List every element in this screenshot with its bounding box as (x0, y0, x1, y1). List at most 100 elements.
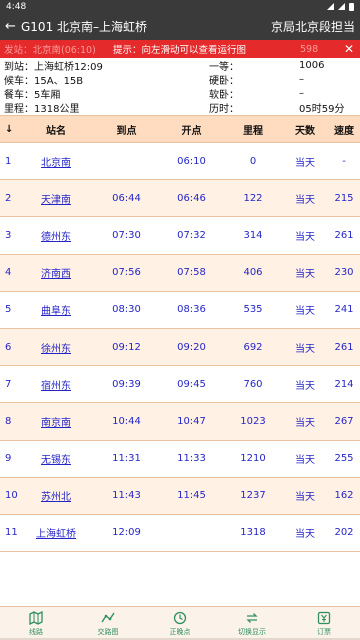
station-cell[interactable]: 北京南 (18, 154, 94, 169)
nav-route[interactable]: 线路 (0, 607, 72, 640)
speed: 162 (334, 490, 354, 502)
row-index: 2 (5, 192, 12, 204)
station-cell[interactable]: 济南西 (18, 265, 94, 280)
table-row[interactable]: 3 德州东 07:30 07:32 314 当天 261 (0, 217, 360, 255)
table-row[interactable]: 10 苏州北 11:43 11:45 1237 当天 162 (0, 477, 360, 515)
header-distance: 里程 (243, 125, 263, 137)
row-index: 6 (5, 341, 12, 353)
nav-ticket-label: 订票 (317, 627, 331, 636)
nav-switch-display[interactable]: 切换显示 (216, 607, 288, 640)
status-icons (327, 2, 354, 11)
status-bar: 4:48 (0, 0, 360, 13)
station-cell[interactable]: 天津南 (18, 191, 94, 206)
station-link[interactable]: 宿州东 (41, 381, 71, 392)
row-index: 8 (5, 415, 12, 427)
speed: 230 (334, 267, 354, 279)
row-index: 7 (5, 378, 12, 390)
table-row[interactable]: 1 北京南 06:10 0 当天 - (0, 143, 360, 181)
arrive-time: 11:43 (112, 490, 141, 502)
nav-ticket[interactable]: 订票 (288, 607, 360, 640)
bureau-label: 京局北京段担当 (270, 20, 355, 34)
depart-time: 10:47 (177, 415, 206, 427)
station-link[interactable]: 南京南 (41, 418, 71, 429)
station-cell[interactable]: 宿州东 (18, 377, 94, 392)
info-waiting-room: 候车：15A、15B (4, 75, 84, 87)
info-row: 里程：1318公里 历时： 05时59分 (4, 100, 356, 115)
train-title: G101 北京南–上海虹桥 (21, 20, 148, 34)
speed: 241 (334, 304, 354, 316)
station-cell[interactable]: 无锡东 (18, 451, 94, 466)
station-link[interactable]: 徐州东 (41, 344, 71, 355)
header-arrive: 到点 (116, 125, 137, 137)
station-link[interactable]: 北京南 (41, 158, 71, 169)
speed: 255 (334, 453, 354, 465)
table-row[interactable]: 8 南京南 10:44 10:47 1023 当天 267 (0, 403, 360, 441)
station-link[interactable]: 曲阜东 (41, 306, 71, 317)
station-cell[interactable]: 徐州东 (18, 340, 94, 355)
day-offset: 当天 (295, 380, 315, 392)
depart-time: 06:46 (177, 192, 206, 204)
arrive-time: 11:31 (112, 453, 141, 465)
depart-time: 11:45 (177, 490, 206, 502)
day-offset: 当天 (295, 306, 315, 318)
station-cell[interactable]: 德州东 (18, 228, 94, 243)
timetable-header: ↓ 站名 到点 开点 里程 天数 速度 (0, 115, 360, 143)
station-cell[interactable]: 南京南 (18, 414, 94, 429)
info-row: 候车：15A、15B 硬卧： – (4, 72, 356, 87)
station-link[interactable]: 无锡东 (41, 455, 71, 466)
header-depart: 开点 (181, 125, 202, 137)
table-row[interactable]: 7 宿州东 09:39 09:45 760 当天 214 (0, 366, 360, 404)
route-chart-icon (101, 612, 115, 622)
ticket-icon (317, 611, 331, 624)
table-row[interactable]: 5 曲阜东 08:30 08:36 535 当天 241 (0, 291, 360, 329)
back-arrow-icon[interactable]: ← (5, 19, 19, 34)
table-row[interactable]: 2 天津南 06:44 06:46 122 当天 215 (0, 180, 360, 218)
info-row: 到站：上海虹桥12:09 一等： 1006 (4, 58, 356, 73)
day-offset: 当天 (295, 343, 315, 355)
depart-time: 08:36 (177, 304, 206, 316)
table-row[interactable]: 6 徐州东 09:12 09:20 692 当天 261 (0, 328, 360, 367)
station-link[interactable]: 天津南 (41, 195, 71, 206)
nav-delay[interactable]: 正晚点 (144, 607, 216, 640)
arrive-time: 10:44 (112, 415, 141, 427)
station-link[interactable]: 德州东 (41, 232, 71, 243)
info-label: 硬卧： (209, 75, 239, 87)
station-cell[interactable]: 曲阜东 (18, 302, 94, 317)
table-row[interactable]: 11 上海虹桥 12:09 1318 当天 202 (0, 514, 360, 553)
day-offset: 当天 (295, 455, 315, 467)
distance: 760 (243, 378, 263, 390)
map-icon (29, 610, 43, 625)
app-bar: ← G101 北京南–上海虹桥 京局北京段担当 (0, 13, 360, 40)
station-cell[interactable]: 苏州北 (18, 488, 94, 503)
row-index: 11 (5, 527, 18, 539)
nav-route-chart[interactable]: 交路图 (72, 607, 144, 640)
close-icon[interactable]: ✕ (344, 42, 354, 56)
day-offset: 当天 (295, 194, 315, 206)
distance: 692 (243, 341, 263, 353)
distance: 406 (243, 267, 263, 279)
row-index: 4 (5, 267, 12, 279)
speed: - (342, 155, 346, 167)
distance: 1318 (240, 527, 266, 539)
info-value: 1006 (299, 59, 325, 71)
status-time: 4:48 (6, 1, 27, 12)
nav-switch-display-label: 切换显示 (238, 627, 266, 636)
table-row[interactable]: 9 无锡东 11:31 11:33 1210 当天 255 (0, 440, 360, 478)
distance: 0 (249, 155, 257, 167)
row-index: 10 (5, 490, 18, 502)
station-cell[interactable]: 上海虹桥 (18, 525, 94, 540)
clock-icon (173, 611, 187, 624)
train-info-panel: 到站：上海虹桥12:09 一等： 1006 候车：15A、15B 硬卧： – 餐… (0, 58, 360, 115)
table-row[interactable]: 4 济南西 07:56 07:58 406 当天 230 (0, 254, 360, 292)
arrive-time: 09:12 (112, 341, 141, 353)
sort-icon[interactable]: ↓ (0, 124, 18, 135)
row-index: 5 (5, 304, 12, 316)
depart-time: 09:20 (177, 341, 206, 353)
info-row: 餐车：5车厢 软卧： – (4, 86, 356, 101)
station-link[interactable]: 苏州北 (41, 492, 71, 503)
day-offset: 当天 (295, 492, 315, 504)
departure-station-text: 发站：北京南(06:10) (4, 45, 96, 56)
station-link[interactable]: 上海虹桥 (36, 529, 76, 540)
depart-time: 07:58 (177, 267, 206, 279)
station-link[interactable]: 济南西 (41, 269, 71, 280)
